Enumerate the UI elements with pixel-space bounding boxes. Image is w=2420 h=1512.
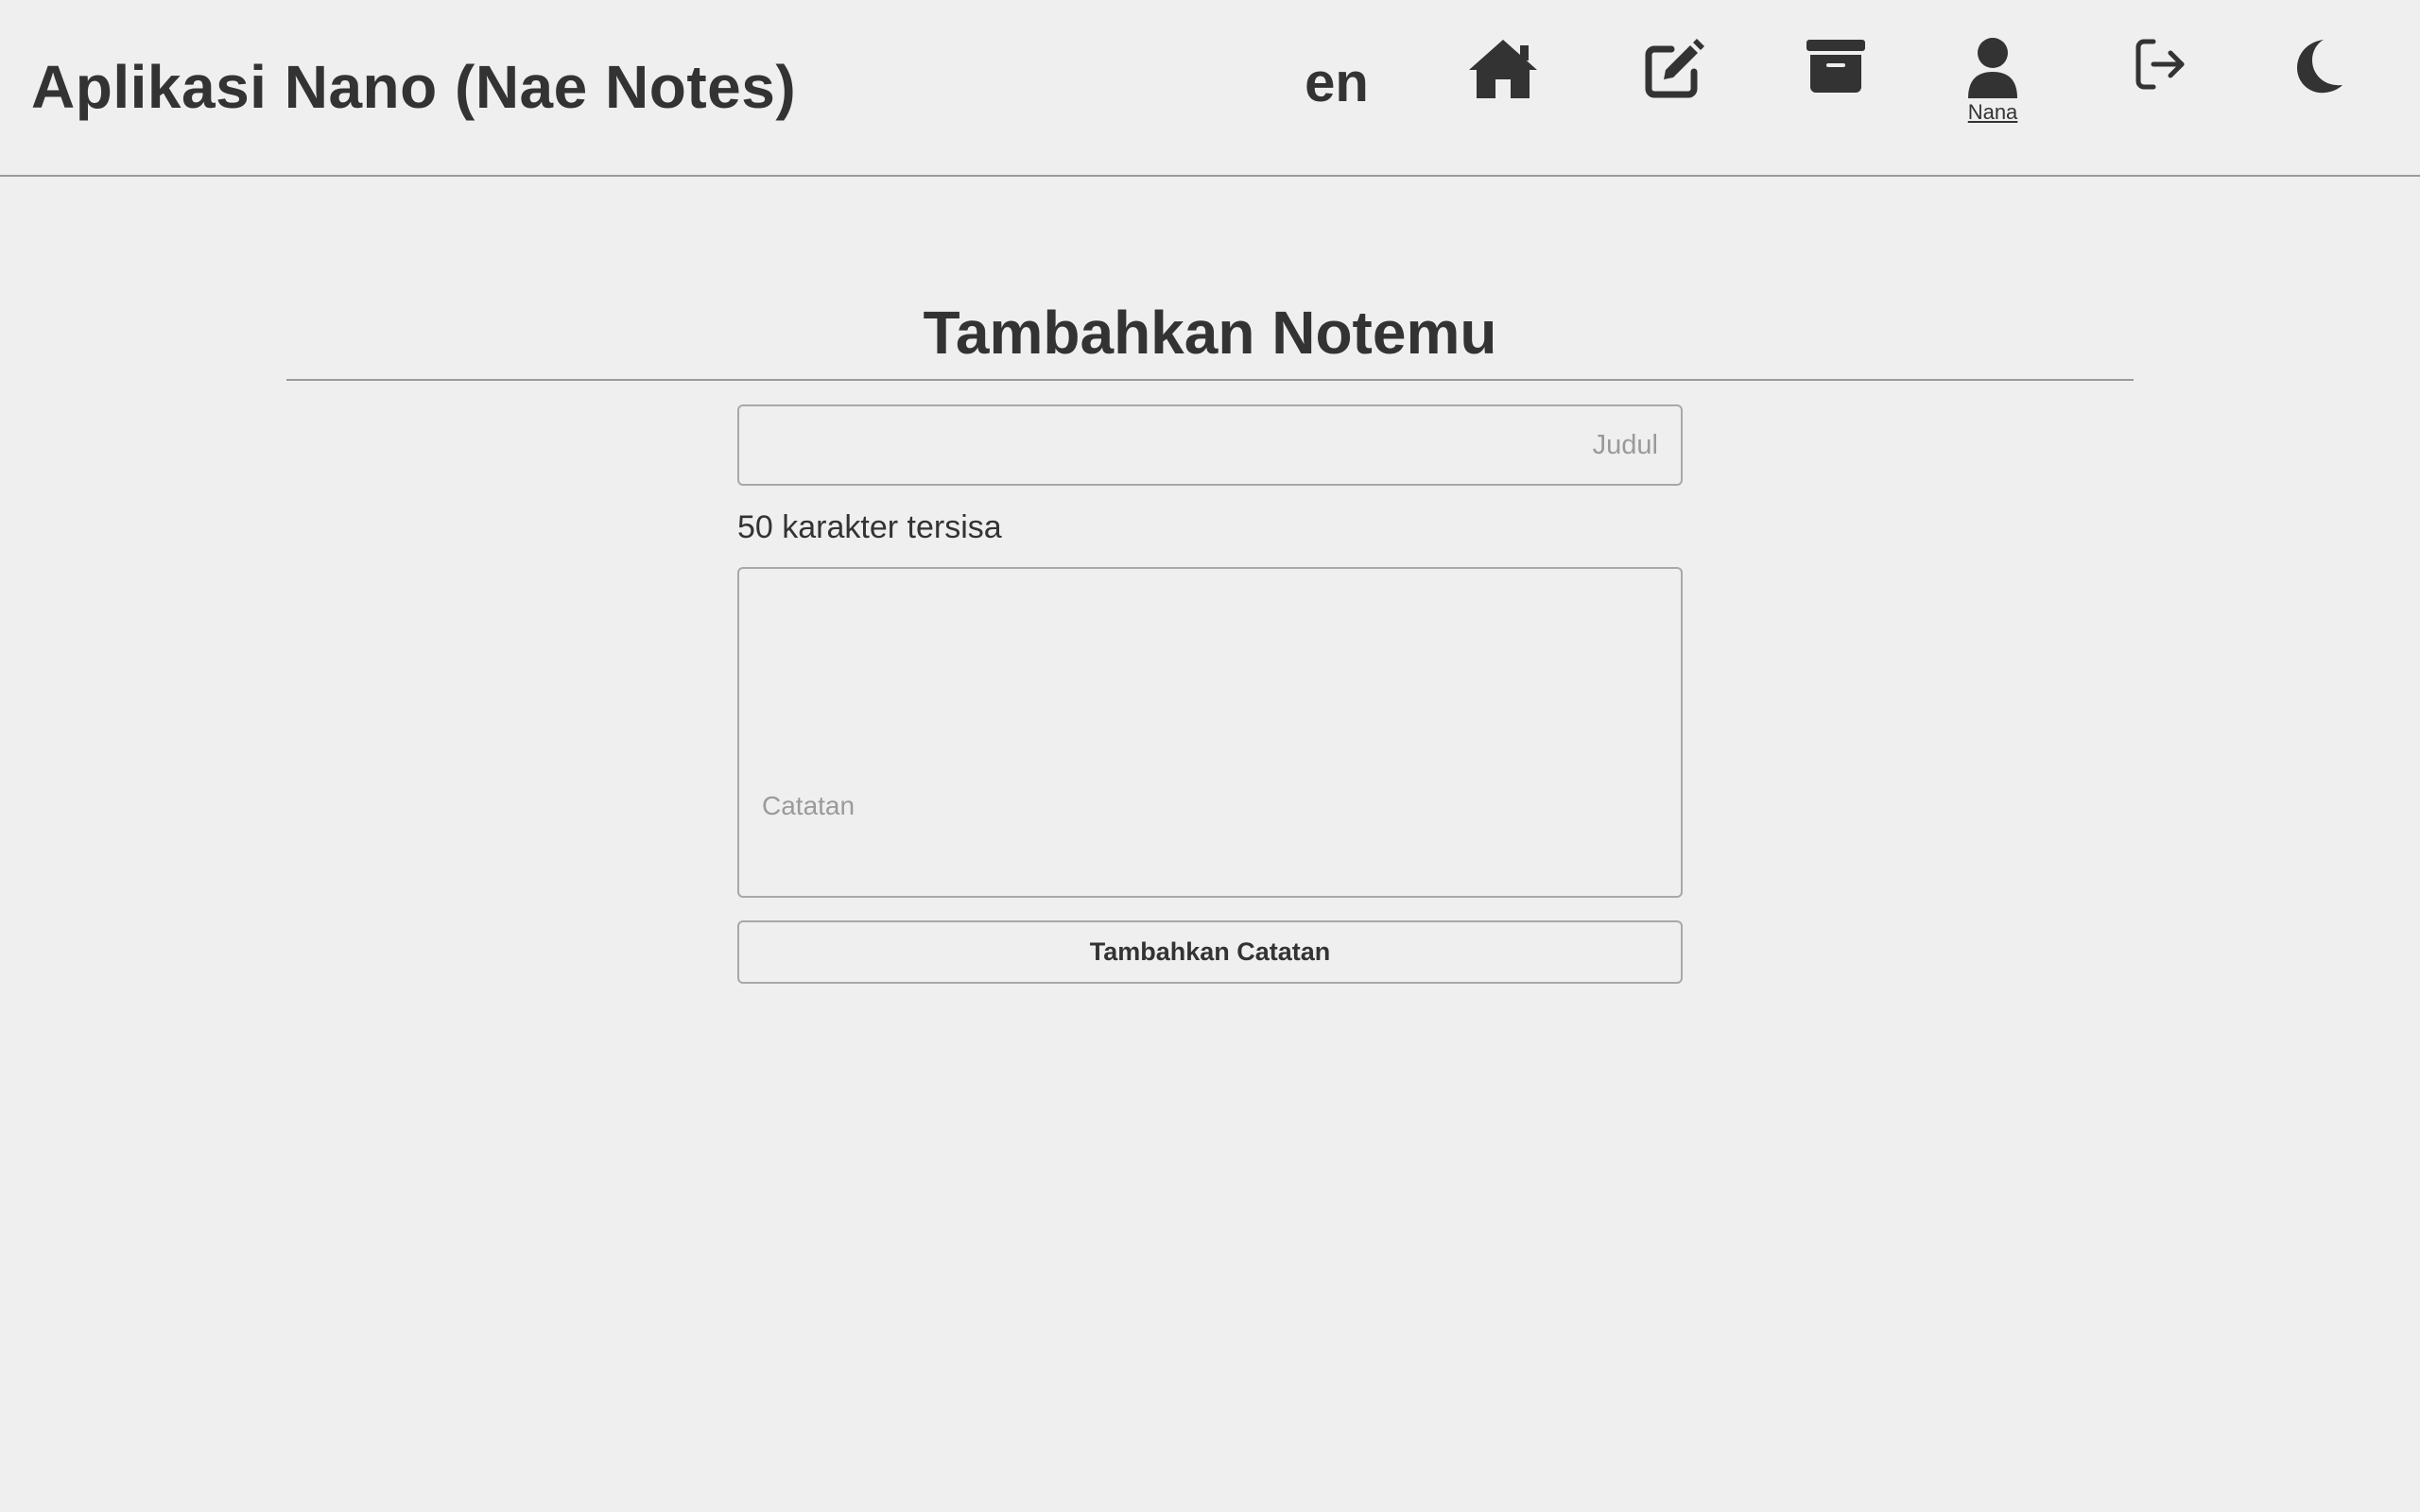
language-toggle[interactable]: en: [1281, 47, 1392, 119]
home-nav-button[interactable]: [1467, 38, 1539, 132]
add-note-button[interactable]: Tambahkan Catatan: [737, 920, 1683, 984]
add-note-form: 50 karakter tersisa Catatan Tambahkan Ca…: [737, 404, 1683, 984]
note-body-input[interactable]: [737, 567, 1683, 898]
theme-toggle-button[interactable]: [2291, 38, 2344, 132]
page-title: Tambahkan Notemu: [923, 299, 1497, 367]
note-title-input[interactable]: [737, 404, 1683, 486]
user-nav-button[interactable]: Nana: [1966, 38, 2019, 132]
char-count-text: 50 karakter tersisa: [737, 509, 1002, 545]
add-note-nav-button[interactable]: [1643, 38, 1705, 132]
home-icon: [1467, 38, 1539, 100]
user-name-label[interactable]: Nana: [1968, 100, 2018, 125]
user-icon: [1966, 38, 2019, 98]
logout-button[interactable]: [2135, 38, 2187, 132]
logout-icon: [2135, 38, 2187, 91]
archive-icon: [1806, 38, 1866, 94]
title-divider: [286, 379, 2134, 381]
archive-nav-button[interactable]: [1806, 38, 1866, 132]
app-title: Aplikasi Nano (Nae Notes): [31, 53, 797, 121]
moon-icon: [2291, 38, 2344, 94]
edit-icon: [1643, 38, 1705, 100]
app-header: Aplikasi Nano (Nae Notes) en Nana: [0, 0, 2420, 177]
